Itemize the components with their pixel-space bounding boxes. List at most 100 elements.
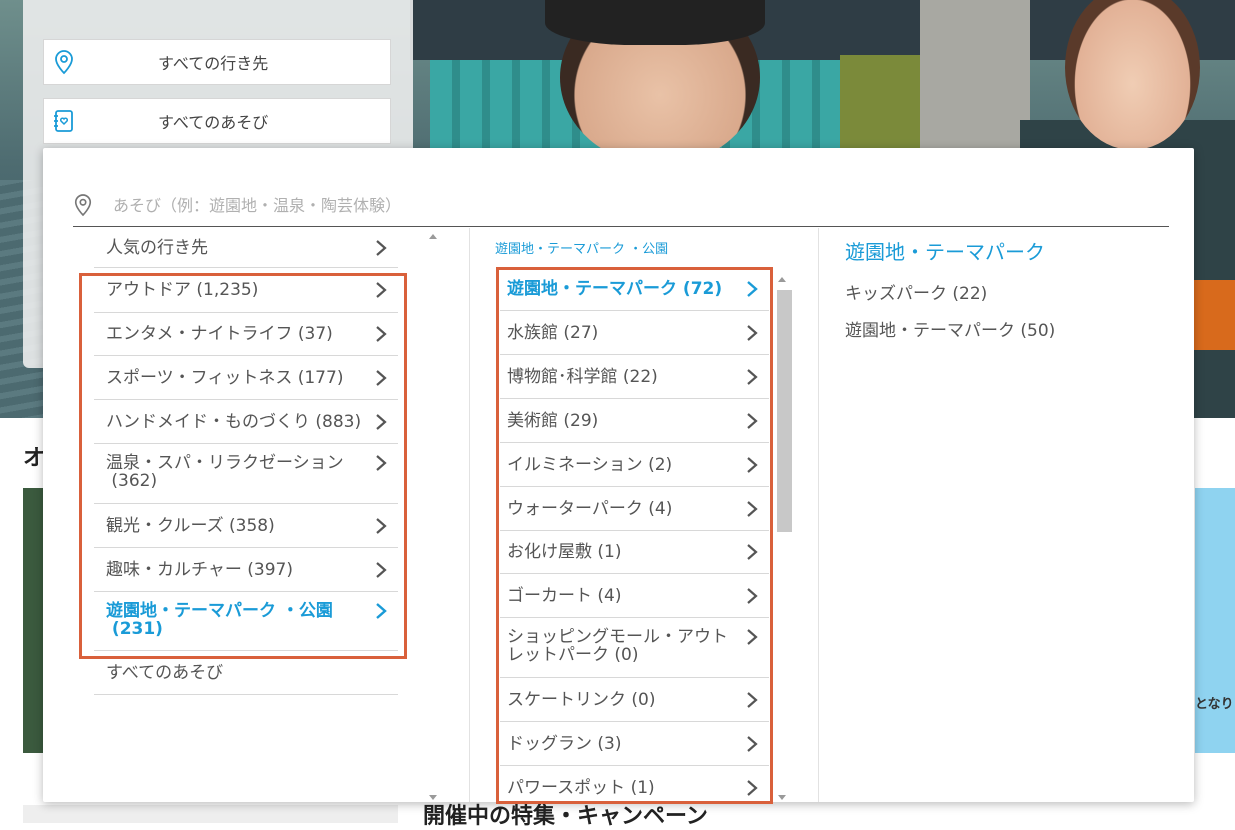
subcategory-item[interactable]: 美術館 (29): [500, 399, 769, 443]
category-item-amusement[interactable]: 遊園地・テーマパーク ・公園 (231): [94, 592, 398, 651]
hero-cap: [545, 0, 765, 45]
subcategory-label: お化け屋敷: [507, 542, 592, 562]
category-item-onsen[interactable]: 温泉・スパ・リラクゼーション (362): [94, 444, 398, 504]
chevron-right-icon: [747, 544, 758, 560]
map-pin-icon: [73, 193, 105, 217]
subcategory-count: (0): [631, 689, 656, 710]
map-pin-icon: [44, 49, 84, 75]
campaign-heading: 開催中の特集・キャンペーン: [423, 804, 708, 829]
chevron-right-icon: [747, 691, 758, 708]
activity-search-input[interactable]: [105, 189, 1169, 221]
subcategory-item[interactable]: 水族館 (27): [500, 311, 769, 355]
category-label: 温泉・スパ・リラクゼーション: [106, 453, 344, 473]
subcategory-label: スケートリンク: [507, 689, 626, 710]
subcategory-label: 水族館: [507, 322, 558, 343]
subcategory-count: (4): [597, 585, 622, 606]
activity-dropdown: 人気の行き先 アウトドア (1,235) エンタメ・ナイトライフ (37) スポ…: [43, 148, 1194, 804]
subcategory-item[interactable]: 博物館･科学館 (22): [500, 355, 769, 399]
all-activities-link[interactable]: すべてのあそび: [94, 651, 398, 695]
chevron-right-icon: [747, 456, 758, 473]
chevron-right-icon: [747, 735, 758, 752]
detail-title[interactable]: 遊園地・テーマパーク: [845, 236, 1045, 265]
detail-item[interactable]: キッズパーク (22): [845, 279, 987, 304]
subcategory-item[interactable]: ゴーカート (4): [500, 574, 769, 618]
chevron-right-icon: [376, 326, 387, 342]
scroll-down-icon[interactable]: [429, 795, 437, 800]
category-label: エンタメ・ナイトライフ: [106, 324, 293, 344]
scrollbar-thumb[interactable]: [777, 290, 792, 532]
chevron-right-icon: [376, 603, 387, 619]
category-count: (1,235): [196, 280, 259, 300]
category-item-entertainment[interactable]: エンタメ・ナイトライフ (37): [94, 313, 398, 356]
chevron-right-icon: [376, 369, 387, 386]
subcategory-count: (29): [563, 410, 599, 431]
subcategory-count: (1): [597, 542, 622, 562]
subcategory-label: イルミネーション: [507, 454, 643, 475]
subcategory-item[interactable]: スケートリンク (0): [500, 678, 769, 722]
category-item-handmade[interactable]: ハンドメイド・ものづくり (883): [94, 400, 398, 444]
category-label: ハンドメイド・ものづくり: [106, 411, 310, 432]
activity-label: すべてのあそび: [158, 113, 269, 132]
chevron-right-icon: [376, 561, 387, 578]
subcategory-item[interactable]: ショッピングモール・アウトレットパーク (0): [500, 618, 769, 678]
column-divider: [818, 228, 819, 802]
subcategory-count: (0): [614, 645, 639, 665]
subcategory-count: (72): [682, 279, 723, 299]
subcategory-item[interactable]: 遊園地・テーマパーク (72): [500, 268, 769, 311]
destination-selector[interactable]: すべての行き先: [43, 39, 391, 85]
chevron-right-icon: [376, 455, 387, 471]
subcategory-label: ウォーターパーク: [507, 498, 643, 519]
book-heart-icon: [44, 108, 84, 134]
category-count: (37): [297, 324, 333, 344]
category-scrollbar[interactable]: [426, 230, 440, 800]
category-item-popular[interactable]: 人気の行き先: [94, 228, 398, 268]
category-count: (177): [297, 367, 344, 388]
detail-count: (22): [952, 284, 988, 304]
scroll-up-icon[interactable]: [429, 234, 437, 239]
destination-label: すべての行き先: [158, 54, 269, 73]
subcategory-list: 遊園地・テーマパーク (72) 水族館 (27) 博物館･科学館 (22) 美術…: [500, 268, 769, 802]
detail-count: (50): [1020, 321, 1056, 341]
subcategory-count: (22): [622, 366, 658, 387]
subcategory-item[interactable]: お化け屋敷 (1): [500, 531, 769, 574]
subcategory-label: パワースポット: [507, 777, 626, 798]
chevron-right-icon: [376, 282, 387, 298]
category-count: (397): [247, 559, 293, 580]
subcategory-count: (1): [630, 777, 655, 798]
all-activities-label: すべてのあそび: [106, 662, 224, 683]
chevron-right-icon: [747, 324, 758, 341]
card-right-text: となり: [1195, 697, 1234, 712]
chevron-right-icon: [747, 587, 758, 604]
section-heading: オ: [23, 446, 46, 471]
subcategory-title[interactable]: 遊園地・テーマパーク ・公園: [495, 238, 668, 257]
category-label: アウトドア: [106, 280, 191, 300]
category-list: 人気の行き先 アウトドア (1,235) エンタメ・ナイトライフ (37) スポ…: [94, 228, 398, 695]
category-count: (358): [229, 515, 275, 536]
chevron-right-icon: [376, 239, 387, 256]
category-item-sightseeing[interactable]: 観光・クルーズ (358): [94, 504, 398, 548]
scroll-down-icon[interactable]: [778, 795, 786, 800]
category-label: スポーツ・フィットネス: [106, 367, 293, 388]
chevron-right-icon: [747, 629, 758, 645]
subcategory-scrollbar[interactable]: [774, 272, 792, 802]
category-label: 遊園地・テーマパーク ・公園: [106, 601, 333, 621]
category-item-sports[interactable]: スポーツ・フィットネス (177): [94, 356, 398, 400]
card-image-right[interactable]: となり: [1195, 488, 1235, 753]
bottom-panel: [23, 805, 398, 823]
subcategory-count: (4): [648, 498, 673, 519]
chevron-right-icon: [747, 281, 758, 297]
subcategory-count: (2): [648, 454, 673, 475]
subcategory-item[interactable]: ウォーターパーク (4): [500, 487, 769, 531]
detail-label: キッズパーク: [845, 284, 947, 304]
detail-item[interactable]: 遊園地・テーマパーク (50): [845, 316, 1055, 341]
category-item-hobby[interactable]: 趣味・カルチャー (397): [94, 548, 398, 592]
chevron-right-icon: [747, 779, 758, 796]
activity-search: [73, 184, 1169, 227]
subcategory-item[interactable]: ドッグラン (3): [500, 722, 769, 766]
subcategory-item[interactable]: イルミネーション (2): [500, 443, 769, 487]
subcategory-item[interactable]: パワースポット (1): [500, 766, 769, 802]
scroll-up-icon[interactable]: [778, 277, 786, 282]
category-item-outdoor[interactable]: アウトドア (1,235): [94, 268, 398, 313]
category-label: 趣味・カルチャー: [106, 559, 242, 580]
activity-selector[interactable]: すべてのあそび: [43, 98, 391, 144]
